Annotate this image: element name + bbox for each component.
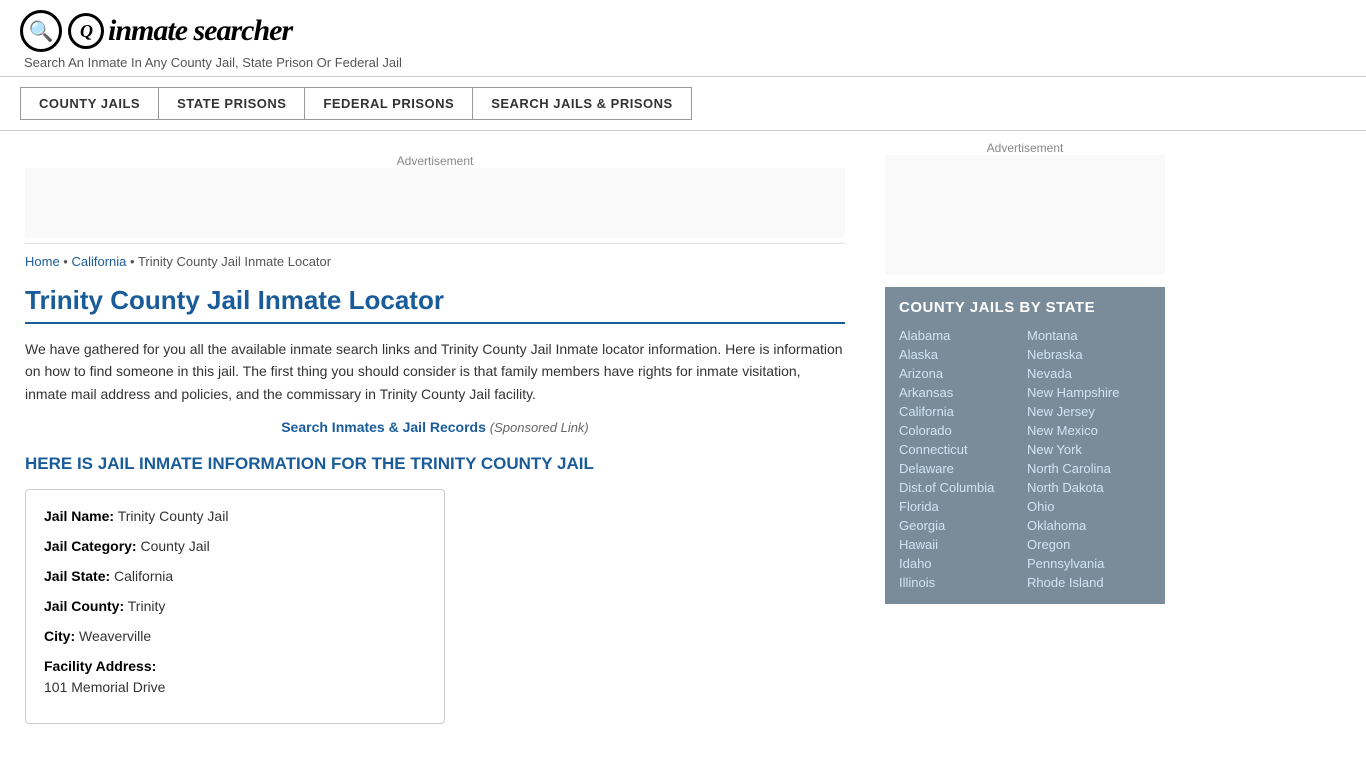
logo-icon: 🔍 xyxy=(20,10,62,52)
state-oklahoma[interactable]: Oklahoma xyxy=(1027,516,1151,535)
state-dc[interactable]: Dist.of Columbia xyxy=(899,478,1023,497)
state-new-jersey[interactable]: New Jersey xyxy=(1027,402,1151,421)
state-prisons-btn[interactable]: STATE PRISONS xyxy=(158,87,304,120)
states-col2: Montana Nebraska Nevada New Hampshire Ne… xyxy=(1027,326,1151,592)
nav-bar: COUNTY JAILS STATE PRISONS FEDERAL PRISO… xyxy=(0,77,1366,131)
breadcrumb-state[interactable]: California xyxy=(71,254,126,269)
state-illinois[interactable]: Illinois xyxy=(899,573,1023,592)
state-north-dakota[interactable]: North Dakota xyxy=(1027,478,1151,497)
jail-name-row: Jail Name: Trinity County Jail xyxy=(44,506,426,527)
state-montana[interactable]: Montana xyxy=(1027,326,1151,345)
state-pennsylvania[interactable]: Pennsylvania xyxy=(1027,554,1151,573)
state-colorado[interactable]: Colorado xyxy=(899,421,1023,440)
state-hawaii[interactable]: Hawaii xyxy=(899,535,1023,554)
state-rhode-island[interactable]: Rhode Island xyxy=(1027,573,1151,592)
breadcrumb: Home • California • Trinity County Jail … xyxy=(25,254,845,269)
jail-state-label: Jail State: xyxy=(44,568,110,584)
jail-city-value: Weaverville xyxy=(79,628,151,644)
state-new-york[interactable]: New York xyxy=(1027,440,1151,459)
jail-state-value: California xyxy=(114,568,173,584)
state-ohio[interactable]: Ohio xyxy=(1027,497,1151,516)
state-alaska[interactable]: Alaska xyxy=(899,345,1023,364)
sponsored-link: Search Inmates & Jail Records (Sponsored… xyxy=(25,419,845,435)
jail-county-value: Trinity xyxy=(128,598,166,614)
jail-name-label: Jail Name: xyxy=(44,508,114,524)
jail-city-row: City: Weaverville xyxy=(44,626,426,647)
jail-state-row: Jail State: California xyxy=(44,566,426,587)
description: We have gathered for you all the availab… xyxy=(25,338,845,405)
jail-address-label: Facility Address: xyxy=(44,656,426,677)
county-jails-title: COUNTY JAILS BY STATE xyxy=(899,299,1151,316)
sidebar-ad-label: Advertisement xyxy=(987,141,1064,155)
jail-name-value: Trinity County Jail xyxy=(118,508,229,524)
state-new-hampshire[interactable]: New Hampshire xyxy=(1027,383,1151,402)
section-heading: HERE IS JAIL INMATE INFORMATION FOR THE … xyxy=(25,453,845,475)
state-arizona[interactable]: Arizona xyxy=(899,364,1023,383)
sponsored-suffix: (Sponsored Link) xyxy=(490,420,589,435)
jail-category-label: Jail Category: xyxy=(44,538,137,554)
jail-category-value: County Jail xyxy=(140,538,209,554)
jail-address-value: 101 Memorial Drive xyxy=(44,677,426,698)
page-title: Trinity County Jail Inmate Locator xyxy=(25,285,845,324)
logo-text: Qinmate searcher xyxy=(68,13,292,50)
state-north-carolina[interactable]: North Carolina xyxy=(1027,459,1151,478)
jail-category-row: Jail Category: County Jail xyxy=(44,536,426,557)
state-nebraska[interactable]: Nebraska xyxy=(1027,345,1151,364)
content-area: Advertisement Home • California • Trinit… xyxy=(0,131,870,744)
state-idaho[interactable]: Idaho xyxy=(899,554,1023,573)
state-connecticut[interactable]: Connecticut xyxy=(899,440,1023,459)
state-oregon[interactable]: Oregon xyxy=(1027,535,1151,554)
jail-address-row: Facility Address: 101 Memorial Drive xyxy=(44,656,426,698)
state-california[interactable]: California xyxy=(899,402,1023,421)
sidebar-ad-content xyxy=(885,155,1165,275)
state-nevada[interactable]: Nevada xyxy=(1027,364,1151,383)
info-box: Jail Name: Trinity County Jail Jail Cate… xyxy=(25,489,445,724)
states-col1: Alabama Alaska Arizona Arkansas Californ… xyxy=(899,326,1023,592)
state-new-mexico[interactable]: New Mexico xyxy=(1027,421,1151,440)
sponsored-link-anchor[interactable]: Search Inmates & Jail Records xyxy=(281,419,486,435)
states-grid: Alabama Alaska Arizona Arkansas Californ… xyxy=(899,326,1151,592)
state-florida[interactable]: Florida xyxy=(899,497,1023,516)
county-jails-box: COUNTY JAILS BY STATE Alabama Alaska Ari… xyxy=(885,287,1165,604)
federal-prisons-btn[interactable]: FEDERAL PRISONS xyxy=(304,87,472,120)
ad-banner-content xyxy=(25,168,845,238)
ad-banner: Advertisement xyxy=(25,146,845,244)
ad-label: Advertisement xyxy=(397,154,474,168)
state-arkansas[interactable]: Arkansas xyxy=(899,383,1023,402)
jail-county-row: Jail County: Trinity xyxy=(44,596,426,617)
state-georgia[interactable]: Georgia xyxy=(899,516,1023,535)
state-delaware[interactable]: Delaware xyxy=(899,459,1023,478)
logo-area: 🔍 Qinmate searcher xyxy=(20,10,1346,52)
search-jails-btn[interactable]: SEARCH JAILS & PRISONS xyxy=(472,87,691,120)
state-alabama[interactable]: Alabama xyxy=(899,326,1023,345)
tagline: Search An Inmate In Any County Jail, Sta… xyxy=(24,55,1346,70)
main-layout: Advertisement Home • California • Trinit… xyxy=(0,131,1366,744)
header: 🔍 Qinmate searcher Search An Inmate In A… xyxy=(0,0,1366,77)
breadcrumb-home[interactable]: Home xyxy=(25,254,60,269)
jail-county-label: Jail County: xyxy=(44,598,124,614)
sidebar: Advertisement COUNTY JAILS BY STATE Alab… xyxy=(870,131,1180,744)
county-jails-btn[interactable]: COUNTY JAILS xyxy=(20,87,158,120)
breadcrumb-current: Trinity County Jail Inmate Locator xyxy=(138,254,331,269)
nav-inner: COUNTY JAILS STATE PRISONS FEDERAL PRISO… xyxy=(20,87,1346,120)
jail-city-label: City: xyxy=(44,628,75,644)
sidebar-ad: Advertisement xyxy=(885,141,1165,275)
